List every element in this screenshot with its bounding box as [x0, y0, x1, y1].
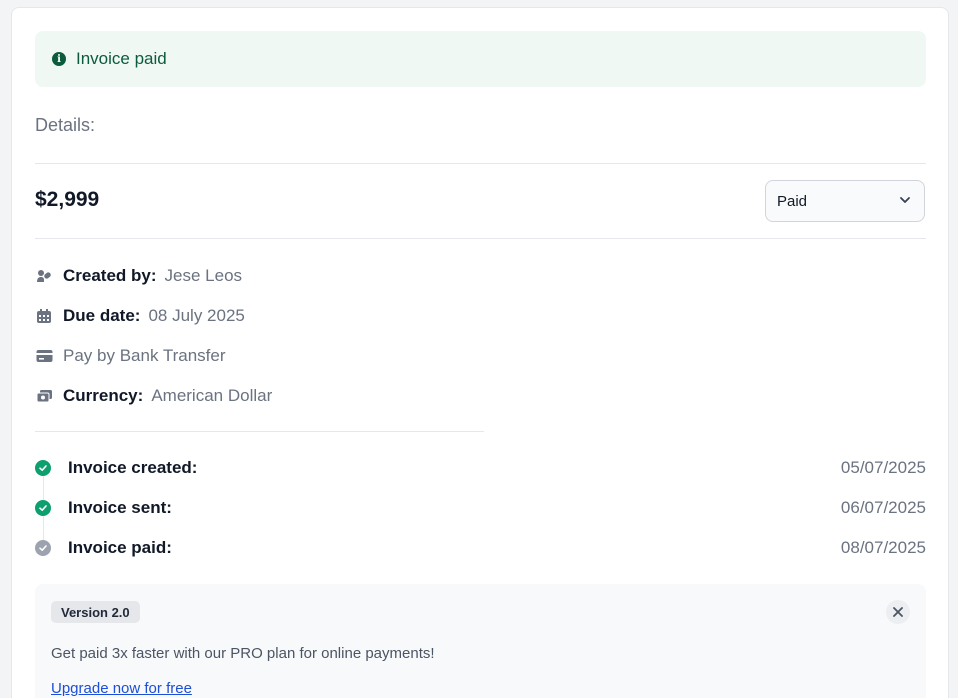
- timeline-date: 05/07/2025: [840, 458, 926, 477]
- timeline-item-sent: Invoice sent: 06/07/2025: [35, 498, 926, 518]
- timeline-date: 08/07/2025: [840, 538, 926, 557]
- upgrade-link[interactable]: Upgrade now for free: [51, 680, 192, 697]
- timeline-date: 06/07/2025: [840, 498, 926, 517]
- due-date-value: 08 July 2025: [148, 306, 245, 325]
- timeline-label: Invoice sent:: [68, 498, 172, 517]
- timeline-connector: [43, 516, 44, 540]
- users-icon: [35, 267, 53, 285]
- close-button[interactable]: [886, 600, 910, 624]
- check-circle-icon: [35, 540, 51, 556]
- promo-text: Get paid 3x faster with our PRO plan for…: [51, 645, 435, 662]
- divider: [35, 163, 926, 164]
- payment-method-value: Pay by Bank Transfer: [63, 346, 226, 365]
- timeline-connector: [43, 476, 44, 500]
- invoice-paid-alert: i Invoice paid: [35, 31, 926, 87]
- timeline-item-created: Invoice created: 05/07/2025: [35, 458, 926, 478]
- due-date-label: Due date:: [63, 306, 141, 325]
- due-date-row: Due date: 08 July 2025: [35, 306, 245, 326]
- timeline-label: Invoice paid:: [68, 538, 172, 557]
- chevron-down-icon: [900, 197, 910, 203]
- check-circle-icon: [35, 500, 51, 516]
- close-icon: [893, 607, 903, 617]
- currency-label: Currency:: [63, 386, 144, 405]
- divider: [35, 238, 926, 239]
- version-badge: Version 2.0: [51, 601, 140, 623]
- created-by-value: Jese Leos: [164, 266, 243, 285]
- calendar-icon: [35, 307, 53, 325]
- promo-banner: Version 2.0 Get paid 3x faster with our …: [35, 584, 926, 698]
- alert-text: Invoice paid: [76, 49, 167, 68]
- details-heading: Details:: [35, 115, 96, 135]
- info-icon: i: [52, 52, 66, 66]
- created-by-row: Created by: Jese Leos: [35, 266, 242, 286]
- created-by-label: Created by:: [63, 266, 157, 285]
- credit-card-icon: [35, 347, 53, 365]
- invoice-card: i Invoice paid Details: $2,999 Paid Crea…: [11, 7, 949, 698]
- currency-row: Currency: American Dollar: [35, 386, 272, 406]
- payment-method-row: Pay by Bank Transfer: [35, 346, 226, 366]
- status-select-value: Paid: [777, 192, 808, 210]
- timeline-item-paid: Invoice paid: 08/07/2025: [35, 538, 926, 558]
- invoice-amount: $2,999: [35, 188, 100, 211]
- cash-icon: [35, 387, 53, 405]
- timeline-label: Invoice created:: [68, 458, 198, 477]
- currency-value: American Dollar: [151, 386, 273, 405]
- status-select[interactable]: Paid: [765, 180, 925, 222]
- check-circle-icon: [35, 460, 51, 476]
- divider: [35, 431, 484, 432]
